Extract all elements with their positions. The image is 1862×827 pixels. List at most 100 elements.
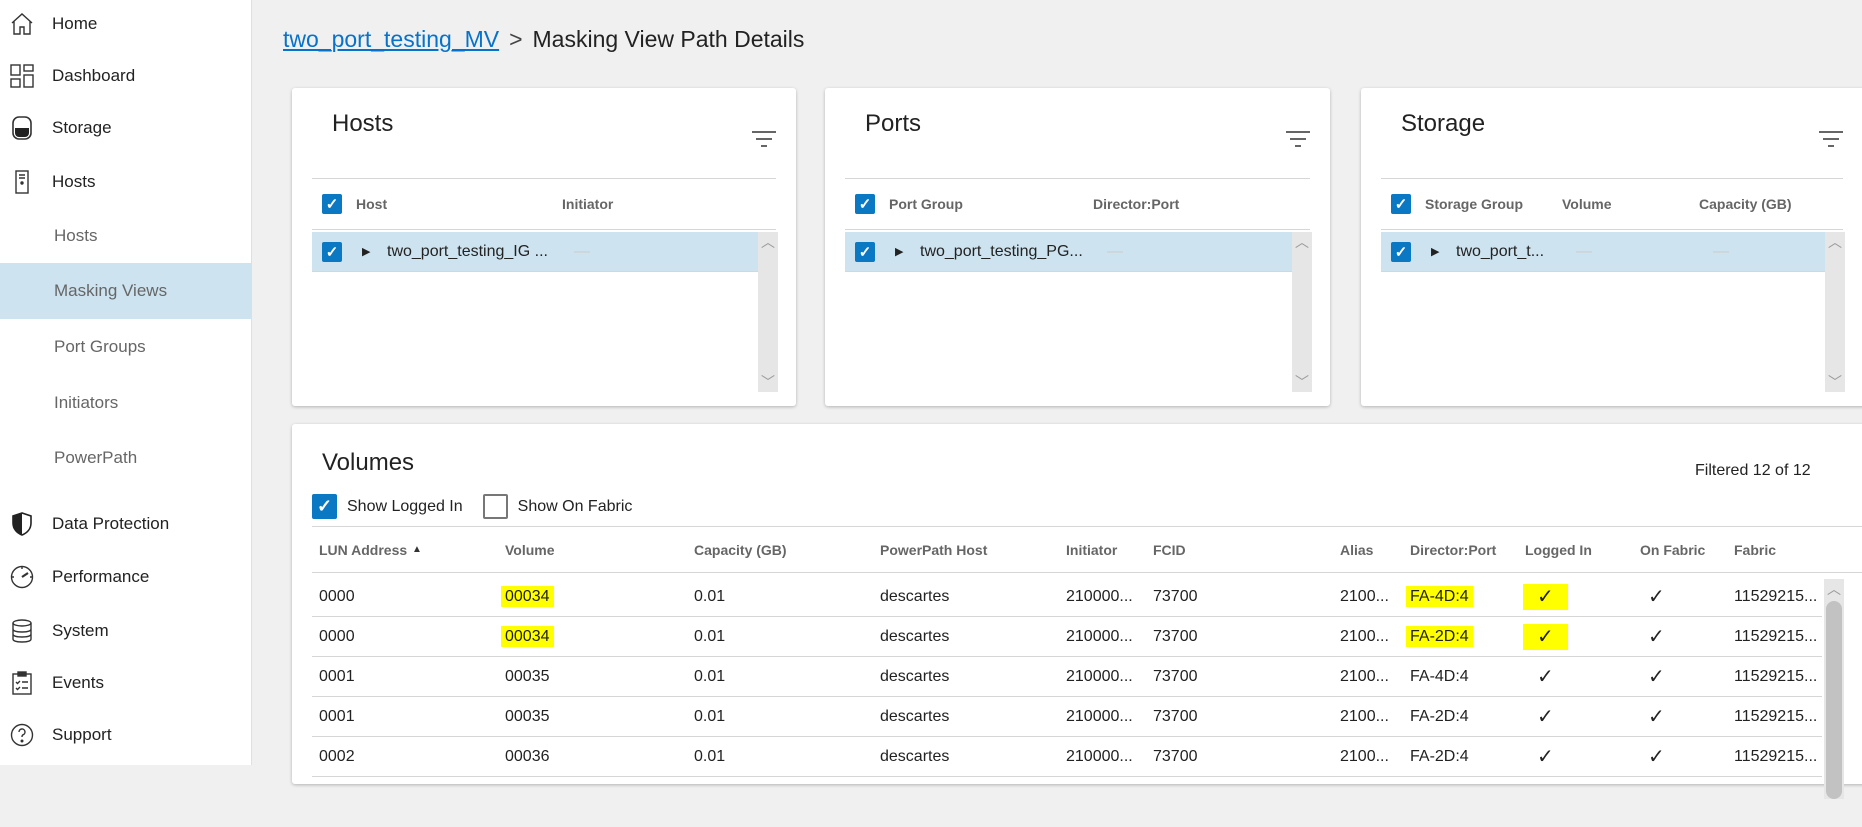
volumes-card: Volumes Filtered 12 of 12 ✓ Show Logged … <box>292 424 1862 799</box>
table-row[interactable]: 0000 00034 0.01 descartes 210000... 73700 2100… <box>312 577 1822 617</box>
sidebar-item-label: Hosts <box>54 226 98 245</box>
filter-icon[interactable] <box>1819 130 1843 148</box>
table-row[interactable]: 0000 00034 0.01 descartes 210000... 73700 2100… <box>312 617 1822 657</box>
show-on-fabric-label[interactable]: Show On Fabric <box>518 498 633 516</box>
sidebar-item-performance[interactable]: Performance <box>0 551 252 603</box>
ports-card: Ports ✓ Port Group Director:Port ✓ ▶ two… <box>825 88 1330 406</box>
expand-icon[interactable]: ▶ <box>362 245 370 258</box>
col-volume[interactable]: Volume <box>505 527 555 573</box>
cell-fcid: 73700 <box>1153 588 1198 605</box>
select-all-checkbox[interactable]: ✓ <box>855 194 875 214</box>
chevron-down-icon[interactable]: ﹀ <box>761 372 775 392</box>
scrollbar[interactable]: ︿ ﹀ <box>1292 232 1312 392</box>
row-checkbox[interactable]: ✓ <box>855 241 875 262</box>
chevron-down-icon[interactable]: ﹀ <box>1295 372 1309 392</box>
sidebar-item-events[interactable]: Events <box>0 657 252 709</box>
table-row[interactable]: 0001 00035 0.01 descartes 210000... 73700 2100… <box>312 657 1822 697</box>
expand-icon[interactable]: ▶ <box>895 245 903 258</box>
table-row[interactable]: 0002 00036 0.01 descartes 210000... 73700 2100… <box>312 737 1822 777</box>
scrollbar[interactable]: ︿ ﹀ <box>1825 232 1845 392</box>
col-lun-address[interactable]: LUN Address <box>319 527 407 573</box>
cell-lun-address: 0001 <box>319 668 355 685</box>
chevron-up-icon[interactable]: ︿ <box>1824 579 1844 599</box>
volumes-table: LUN Address Volume Capacity (GB) PowerPath … <box>312 527 1862 827</box>
col-logged-in[interactable]: Logged In <box>1525 527 1592 573</box>
sidebar-item-dashboard[interactable]: Dashboard <box>0 50 252 102</box>
cell-alias: 2100... <box>1340 748 1389 765</box>
highlighted-value: 00034 <box>501 626 554 647</box>
breadcrumb-parent-link[interactable]: two_port_testing_MV <box>283 26 499 53</box>
storage-row[interactable]: ✓ ▶ two_port_t... — — <box>1381 232 1825 272</box>
sidebar-item-initiators-sub[interactable]: Initiators <box>0 377 252 429</box>
hosts-row[interactable]: ✓ ▶ two_port_testing_IG ... — <box>312 232 758 272</box>
scrollbar-thumb[interactable] <box>1826 601 1842 799</box>
highlighted-value: FA-2D:4 <box>1406 626 1473 647</box>
cell-director-port: FA-4D:4 <box>1406 577 1473 617</box>
col-powerpath-host[interactable]: PowerPath Host <box>880 527 987 573</box>
cell-volume: 00034 <box>501 617 554 657</box>
sidebar-item-hosts[interactable]: Hosts <box>0 156 252 208</box>
storage-group-name: two_port_t... <box>1456 242 1545 260</box>
sidebar-item-label: Support <box>52 725 112 744</box>
sidebar: Home Dashboard Storage Hosts Hosts Masking Vi… <box>0 0 252 765</box>
cell-initiator: 210000... <box>1066 588 1133 605</box>
storage-card: Storage ✓ Storage Group Volume Capacity … <box>1361 88 1862 406</box>
sidebar-item-home[interactable]: Home <box>0 0 252 50</box>
col-fabric[interactable]: Fabric <box>1734 527 1776 573</box>
filter-icon[interactable] <box>752 130 776 148</box>
sidebar-item-port-groups-sub[interactable]: Port Groups <box>0 321 252 373</box>
col-volume[interactable]: Volume <box>1562 196 1612 212</box>
cell-director-port: FA-2D:4 <box>1406 617 1473 657</box>
col-initiator[interactable]: Initiator <box>1066 527 1117 573</box>
show-on-fabric-checkbox[interactable] <box>482 494 508 519</box>
volumes-title: Volumes <box>322 449 415 476</box>
col-fcid[interactable]: FCID <box>1153 527 1186 573</box>
cell-initiator: 210000... <box>1066 628 1133 645</box>
table-row[interactable]: 0001 00035 0.01 descartes 210000... 73700 2100… <box>312 697 1822 737</box>
filter-icon[interactable] <box>1286 130 1310 148</box>
cell-fabric: 11529215... <box>1734 748 1818 765</box>
volumes-scrollbar[interactable]: ︿ <box>1824 579 1844 799</box>
sidebar-item-storage[interactable]: Storage <box>0 102 252 154</box>
sidebar-item-powerpath-sub[interactable]: PowerPath <box>0 432 252 484</box>
col-capacity[interactable]: Capacity (GB) <box>694 527 787 573</box>
col-port-group[interactable]: Port Group <box>889 196 963 212</box>
show-logged-in-label[interactable]: Show Logged In <box>347 498 463 516</box>
chevron-up-icon[interactable]: ︿ <box>1295 232 1309 252</box>
select-all-checkbox[interactable]: ✓ <box>1391 194 1411 214</box>
chevron-down-icon[interactable]: ﹀ <box>1828 372 1842 392</box>
storage-icon <box>9 115 35 141</box>
col-initiator[interactable]: Initiator <box>562 196 613 212</box>
scrollbar[interactable]: ︿ ﹀ <box>758 232 778 392</box>
sidebar-item-label: Performance <box>52 567 150 586</box>
expand-icon[interactable]: ▶ <box>1431 245 1439 258</box>
cell-on-fabric: ✓ <box>1648 626 1665 648</box>
row-checkbox[interactable]: ✓ <box>322 241 342 262</box>
ports-row[interactable]: ✓ ▶ two_port_testing_PG... — <box>845 232 1292 272</box>
col-director-port[interactable]: Director:Port <box>1093 196 1179 212</box>
chevron-up-icon[interactable]: ︿ <box>1828 232 1842 252</box>
sidebar-item-label: Events <box>52 673 104 692</box>
show-logged-in-checkbox[interactable]: ✓ <box>312 494 337 519</box>
cell-capacity: 0.01 <box>694 668 726 685</box>
sidebar-item-data-protection[interactable]: Data Protection <box>0 498 252 550</box>
cell-fabric: 11529215... <box>1734 628 1818 645</box>
chevron-up-icon[interactable]: ︿ <box>761 232 775 252</box>
sidebar-item-label: Home <box>52 14 98 33</box>
col-director-port[interactable]: Director:Port <box>1410 527 1496 573</box>
sidebar-item-hosts-sub[interactable]: Hosts <box>0 210 252 262</box>
col-storage-group[interactable]: Storage Group <box>1425 196 1523 212</box>
sidebar-item-system[interactable]: System <box>0 605 252 657</box>
sidebar-item-support[interactable]: Support <box>0 709 252 761</box>
select-all-checkbox[interactable]: ✓ <box>322 194 342 214</box>
cell-powerpath-host: descartes <box>880 748 950 765</box>
home-icon <box>9 11 35 37</box>
col-host[interactable]: Host <box>356 196 387 212</box>
col-on-fabric[interactable]: On Fabric <box>1640 527 1705 573</box>
sidebar-item-masking-views-sub[interactable]: Masking Views <box>0 263 252 319</box>
cell-logged-in: ✓ <box>1537 666 1554 688</box>
col-capacity[interactable]: Capacity (GB) <box>1699 196 1792 212</box>
sort-ascending-icon[interactable]: ▲ <box>412 527 422 573</box>
col-alias[interactable]: Alias <box>1340 527 1373 573</box>
row-checkbox[interactable]: ✓ <box>1391 241 1411 262</box>
